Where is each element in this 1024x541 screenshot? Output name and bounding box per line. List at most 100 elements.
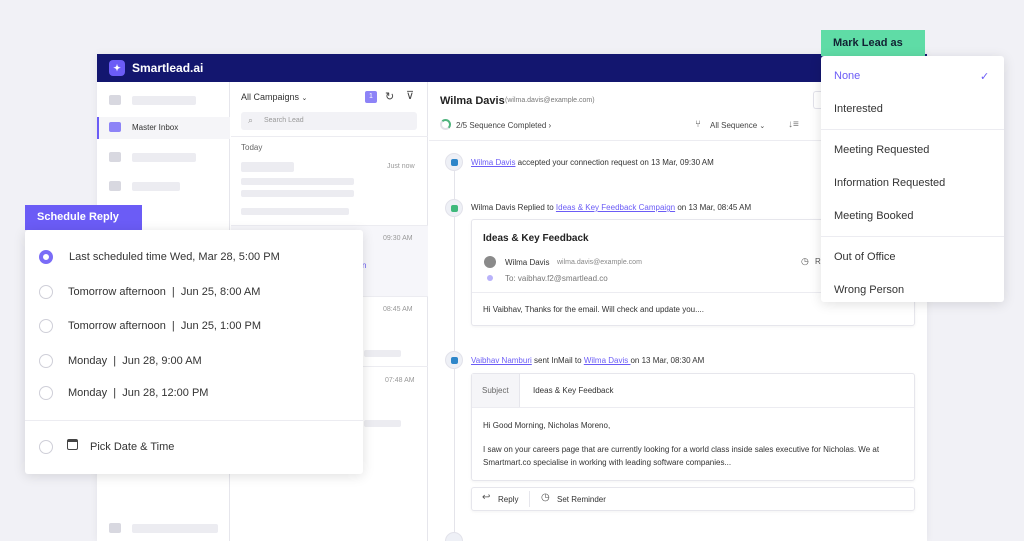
sidebar-item-placeholder[interactable] bbox=[132, 153, 196, 162]
sidebar-item-placeholder[interactable] bbox=[132, 96, 196, 105]
sequence-filter[interactable]: All Sequence ⌄ bbox=[710, 121, 765, 130]
divider bbox=[529, 491, 530, 507]
schedule-reply-popup bbox=[25, 230, 363, 474]
filter-icon[interactable]: ⊽ bbox=[406, 89, 414, 102]
sender-link[interactable]: Vaibhav Namburi bbox=[471, 356, 532, 365]
divider bbox=[429, 140, 821, 141]
schedule-option-radio[interactable] bbox=[39, 285, 53, 299]
calendar-icon bbox=[67, 439, 78, 450]
unread-badge: 1 bbox=[365, 91, 377, 103]
schedule-option-radio[interactable] bbox=[39, 250, 53, 264]
action-bar bbox=[471, 487, 915, 511]
list-item-time: Just now bbox=[387, 163, 415, 170]
divider bbox=[25, 420, 363, 421]
mark-option-out-of-office[interactable]: Out of Office bbox=[834, 251, 896, 263]
clock-icon: ◷ bbox=[801, 256, 809, 266]
campaign-filter[interactable]: All Campaigns ⌄ bbox=[241, 92, 307, 102]
chevron-down-icon: ⌄ bbox=[301, 95, 308, 102]
settings-icon[interactable] bbox=[109, 523, 121, 533]
chevron-right-icon: › bbox=[548, 121, 552, 130]
check-icon: ✓ bbox=[980, 71, 990, 83]
schedule-option[interactable]: Monday | Jun 28, 9:00 AM bbox=[68, 355, 202, 367]
list-item-line bbox=[241, 190, 354, 197]
list-item-line bbox=[241, 178, 354, 185]
schedule-option[interactable]: Monday | Jun 28, 12:00 PM bbox=[68, 387, 208, 399]
lead-email: (wilma.davis@example.com) bbox=[505, 97, 595, 104]
email-title: Ideas & Key Feedback bbox=[483, 233, 589, 244]
recipient-dot-icon bbox=[487, 275, 493, 281]
subject-value: Ideas & Key Feedback bbox=[533, 386, 614, 395]
sort-icon[interactable]: ↓≡ bbox=[788, 119, 799, 130]
logo-icon: ✦ bbox=[109, 60, 125, 76]
pick-date-radio[interactable] bbox=[39, 440, 53, 454]
campaign-link[interactable]: Ideas & Key Feedback Campaign bbox=[556, 203, 675, 212]
inmail-body-line: I saw on your careers page that are curr… bbox=[483, 445, 880, 454]
avatar bbox=[484, 256, 496, 268]
inmail-body-line: Smartmart.co specialise in working with … bbox=[483, 458, 732, 467]
inmail-greeting: Hi Good Morning, Nicholas Moreno, bbox=[483, 421, 611, 430]
mark-option-none[interactable]: None bbox=[834, 70, 860, 82]
search-icon: ⌕ bbox=[248, 115, 254, 125]
event-inmail-sent: Vaibhav Namburi sent InMail to Wilma Dav… bbox=[471, 356, 705, 365]
reply-event-icon bbox=[445, 199, 463, 217]
list-item-time: 08:45 AM bbox=[383, 306, 413, 313]
reply-button[interactable]: Reply bbox=[498, 495, 518, 504]
schedule-option[interactable]: Last scheduled time Wed, Mar 28, 5:00 PM bbox=[69, 251, 280, 263]
search-placeholder: Search Lead bbox=[264, 117, 304, 124]
schedule-option-radio[interactable] bbox=[39, 386, 53, 400]
sidebar-icon-4[interactable] bbox=[109, 181, 121, 191]
top-bar bbox=[97, 54, 927, 82]
email-from-address: wilma.davis@example.com bbox=[557, 259, 642, 266]
subject-label: Subject bbox=[482, 386, 509, 395]
email-to: To: vaibhav.f2@smartlead.co bbox=[505, 274, 608, 283]
brand-name: Smartlead.ai bbox=[132, 61, 204, 75]
sequence-status[interactable]: 2/5 Sequence Completed › bbox=[456, 121, 551, 130]
sidebar-icon-3[interactable] bbox=[109, 152, 121, 162]
schedule-option[interactable]: Tomorrow afternoon | Jun 25, 8:00 AM bbox=[68, 286, 260, 298]
group-label: Today bbox=[241, 143, 263, 152]
divider bbox=[821, 236, 1004, 237]
lead-name: Wilma Davis bbox=[440, 95, 505, 107]
email-body: Hi Vaibhav, Thanks for the email. Will c… bbox=[483, 305, 704, 314]
list-item-line bbox=[364, 350, 401, 357]
schedule-option-radio[interactable] bbox=[39, 354, 53, 368]
reply-fragment[interactable]: R bbox=[815, 257, 821, 266]
linkedin-event-icon bbox=[445, 351, 463, 369]
schedule-reply-header: Schedule Reply bbox=[25, 205, 142, 230]
sequence-progress-icon bbox=[440, 119, 451, 130]
clock-icon: ◷ bbox=[541, 492, 550, 503]
inbox-icon bbox=[109, 122, 121, 132]
schedule-option-radio[interactable] bbox=[39, 319, 53, 333]
mark-option-interested[interactable]: Interested bbox=[834, 103, 883, 115]
sidebar-item-label: Master Inbox bbox=[132, 123, 179, 132]
divider bbox=[231, 136, 428, 137]
sidebar-item-placeholder[interactable] bbox=[132, 182, 180, 191]
event-connection-accepted: Wilma Davis accepted your connection req… bbox=[471, 158, 714, 167]
list-item-line bbox=[241, 208, 349, 215]
list-item-name-placeholder bbox=[241, 162, 294, 172]
chevron-down-icon: ⌄ bbox=[759, 123, 766, 130]
pick-date-time-option[interactable]: Pick Date & Time bbox=[90, 441, 174, 453]
sidebar-icon-1[interactable] bbox=[109, 95, 121, 105]
divider bbox=[821, 129, 1004, 130]
email-from-name: Wilma Davis bbox=[505, 258, 550, 267]
mark-lead-header: Mark Lead as bbox=[821, 30, 925, 56]
list-item-time: 07:48 AM bbox=[385, 377, 415, 384]
mark-option-information-requested[interactable]: Information Requested bbox=[834, 177, 945, 189]
lead-link[interactable]: Wilma Davis bbox=[584, 356, 631, 365]
list-item-line bbox=[364, 420, 401, 427]
mark-option-meeting-booked[interactable]: Meeting Booked bbox=[834, 210, 914, 222]
set-reminder-button[interactable]: Set Reminder bbox=[557, 495, 606, 504]
mark-option-meeting-requested[interactable]: Meeting Requested bbox=[834, 144, 929, 156]
lead-link[interactable]: Wilma Davis bbox=[471, 158, 515, 167]
linkedin-event-icon bbox=[445, 153, 463, 171]
reply-icon: ↩ bbox=[482, 492, 491, 503]
mark-option-wrong-person[interactable]: Wrong Person bbox=[834, 284, 904, 296]
event-replied: Wilma Davis Replied to Ideas & Key Feedb… bbox=[471, 203, 752, 212]
sidebar-item-placeholder[interactable] bbox=[132, 524, 218, 533]
divider bbox=[472, 407, 914, 408]
refresh-icon[interactable]: ↻ bbox=[385, 90, 394, 103]
list-item-time: 09:30 AM bbox=[383, 235, 413, 242]
schedule-option[interactable]: Tomorrow afternoon | Jun 25, 1:00 PM bbox=[68, 320, 261, 332]
filter-icon: ⑂ bbox=[695, 119, 701, 130]
